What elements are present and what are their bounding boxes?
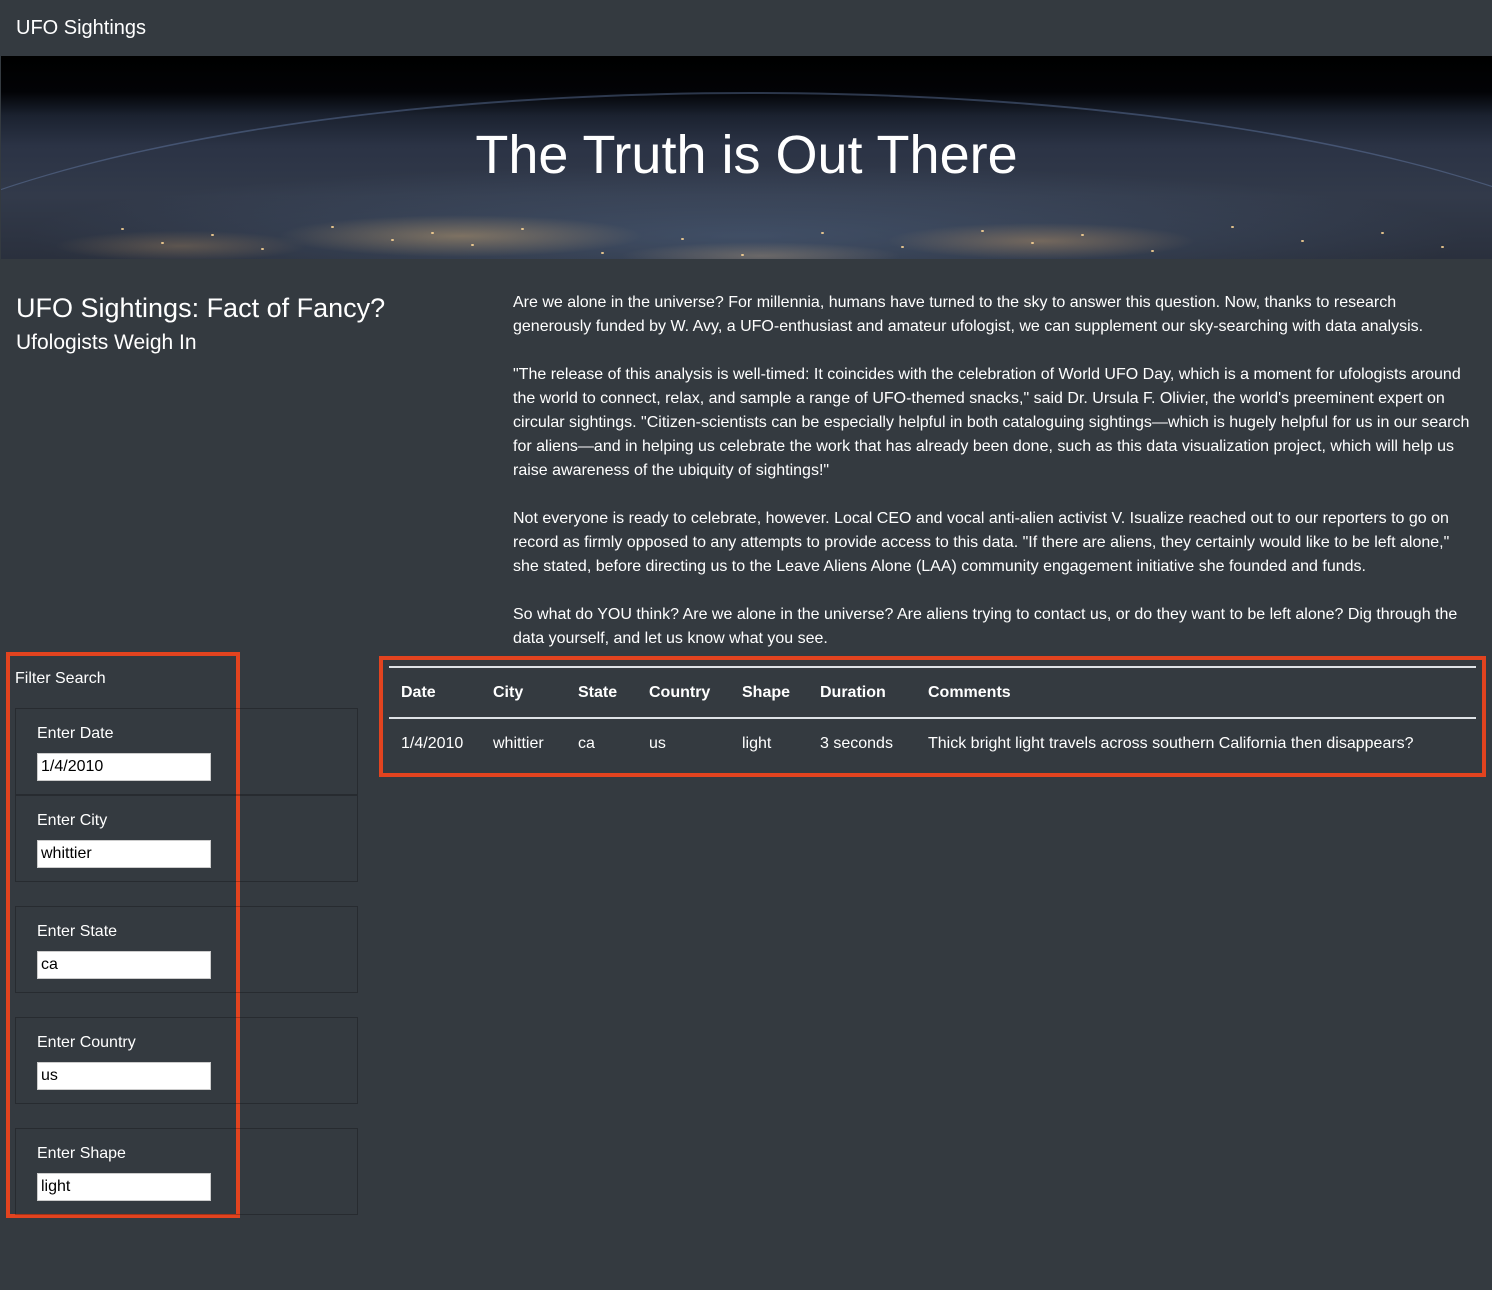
- column-header-country: Country: [637, 666, 730, 719]
- filter-label-city: Enter City: [37, 812, 108, 829]
- cell-date: 1/4/2010: [401, 735, 464, 752]
- filter-item-city: Enter City: [15, 795, 358, 882]
- column-header-city: City: [481, 666, 566, 719]
- article-paragraph: Not everyone is ready to celebrate, howe…: [513, 510, 1450, 575]
- table-row: 1/4/2010 whittier ca us light 3 seconds …: [389, 718, 1476, 769]
- filter-label-country: Enter Country: [37, 1034, 136, 1051]
- city-input[interactable]: [37, 840, 211, 868]
- column-header-date: Date: [389, 666, 481, 719]
- hero-banner: The Truth is Out There: [1, 56, 1492, 259]
- filter-item-date: Enter Date: [15, 708, 358, 795]
- navbar-brand-link[interactable]: UFO Sightings: [16, 16, 146, 40]
- date-input[interactable]: [37, 753, 211, 781]
- country-input[interactable]: [37, 1062, 211, 1090]
- table-header-row: Date City State Country Shape Duration C…: [389, 666, 1476, 719]
- navbar: UFO Sightings: [0, 0, 1492, 56]
- cell-duration: 3 seconds: [820, 735, 893, 752]
- filter-label-state: Enter State: [37, 923, 118, 940]
- ufo-table: Date City State Country Shape Duration C…: [389, 666, 1476, 769]
- shape-input[interactable]: [37, 1173, 211, 1201]
- filter-item-state: Enter State: [15, 906, 358, 993]
- cell-shape: light: [742, 735, 772, 752]
- column-header-duration: Duration: [808, 666, 916, 719]
- column-header-state: State: [566, 666, 637, 719]
- cell-comments: Thick bright light travels across southe…: [928, 735, 1414, 752]
- hero-title: The Truth is Out There: [475, 125, 1018, 185]
- filter-search-title: Filter Search: [15, 670, 106, 687]
- column-header-comments: Comments: [916, 666, 1476, 719]
- cell-city: whittier: [493, 735, 544, 752]
- article-paragraph: So what do YOU think? Are we alone in th…: [513, 606, 1458, 647]
- page-title: UFO Sightings: Fact of Fancy?: [16, 293, 386, 323]
- filter-item-shape: Enter Shape: [15, 1128, 358, 1215]
- filter-label-date: Enter Date: [37, 725, 114, 742]
- page-subtitle: Ufologists Weigh In: [16, 331, 197, 354]
- filter-label-shape: Enter Shape: [37, 1145, 126, 1162]
- article-paragraph: "The release of this analysis is well-ti…: [513, 366, 1470, 479]
- cell-country: us: [649, 735, 666, 752]
- state-input[interactable]: [37, 951, 211, 979]
- article-paragraph: Are we alone in the universe? For millen…: [513, 294, 1424, 335]
- cell-state: ca: [578, 735, 595, 752]
- filter-item-country: Enter Country: [15, 1017, 358, 1104]
- article-text: Are we alone in the universe? For millen…: [513, 291, 1478, 675]
- column-header-shape: Shape: [730, 666, 808, 719]
